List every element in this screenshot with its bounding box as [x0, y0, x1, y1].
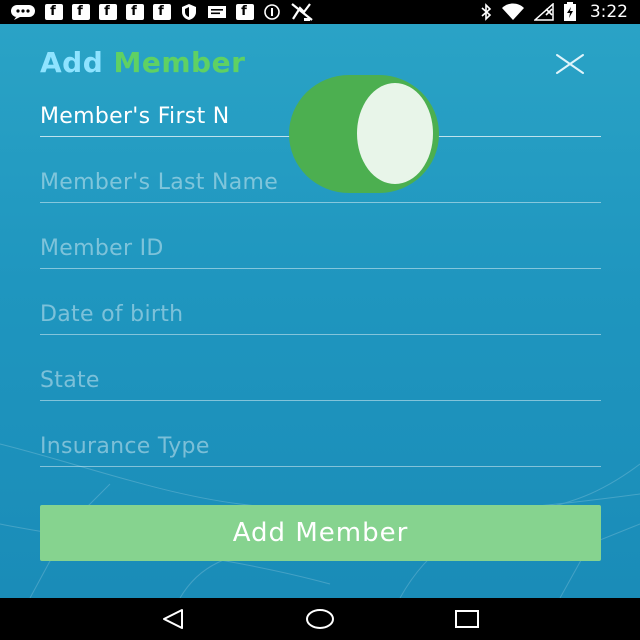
back-icon: [163, 609, 184, 629]
facebook-icon: f: [153, 4, 171, 20]
recents-button[interactable]: [445, 601, 489, 637]
toggle-knob[interactable]: [357, 83, 433, 184]
state-field[interactable]: [40, 361, 601, 401]
recents-icon: [454, 610, 479, 628]
home-button[interactable]: [298, 601, 342, 637]
facebook-icon: f: [99, 4, 117, 20]
chat-icon: [10, 4, 36, 20]
facebook-icon: f: [126, 4, 144, 20]
battery-icon: [563, 2, 577, 22]
facebook-icon: f: [45, 4, 63, 20]
page-title-add: Add: [40, 46, 104, 79]
page-title-member: Member: [113, 46, 246, 79]
add-member-button[interactable]: Add Member: [40, 505, 601, 561]
facebook-icon: f: [72, 4, 90, 20]
wifi-icon: [501, 3, 525, 21]
insurance-type-input[interactable]: [40, 427, 601, 466]
message-icon: [207, 5, 227, 19]
toggle-switch[interactable]: [289, 75, 439, 193]
cellular-icon: [533, 3, 554, 21]
insurance-type-field[interactable]: [40, 427, 601, 467]
home-icon: [305, 609, 334, 629]
facebook-icon: f: [236, 4, 254, 20]
state-input[interactable]: [40, 361, 601, 400]
status-system: 3:22: [480, 2, 628, 22]
no-sim-icon: [263, 3, 281, 21]
dob-input[interactable]: [40, 295, 601, 334]
dob-field[interactable]: [40, 295, 601, 335]
status-time: 3:22: [589, 2, 628, 22]
signal-off-icon: [290, 2, 314, 22]
bluetooth-icon: [480, 3, 492, 21]
member-id-field[interactable]: [40, 229, 601, 269]
add-member-screen: Add Member Add Member: [0, 24, 640, 598]
status-bar: f f f f f f 3:22: [0, 0, 640, 24]
close-button[interactable]: [552, 46, 588, 82]
back-button[interactable]: [151, 601, 195, 637]
navigation-bar: [0, 598, 640, 640]
page-title: Add Member: [40, 46, 245, 79]
status-notifications: f f f f f f: [10, 2, 314, 22]
close-icon: [556, 54, 584, 74]
member-id-input[interactable]: [40, 229, 601, 268]
shield-icon: [180, 3, 198, 21]
